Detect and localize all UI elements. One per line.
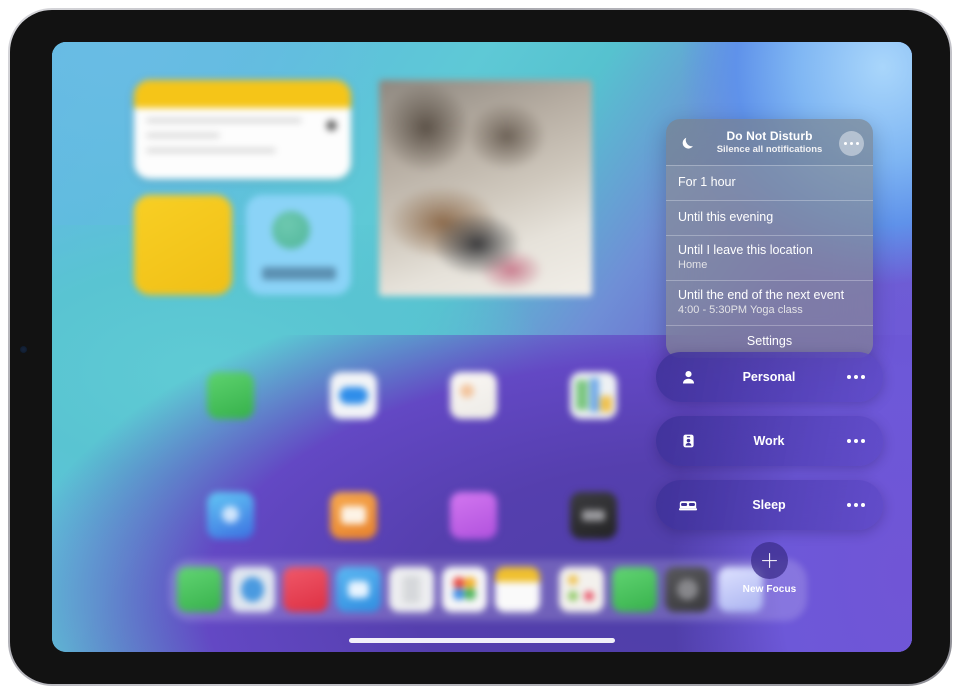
- ellipsis-icon[interactable]: [847, 375, 865, 379]
- new-focus-label: New Focus: [742, 584, 797, 595]
- focus-mode-label: Work: [753, 434, 785, 448]
- device-bezel: Do Not Disturb Silence all notifications…: [10, 10, 950, 684]
- dock-icon-8[interactable]: [559, 567, 604, 612]
- app-icon-violet[interactable]: [450, 492, 497, 539]
- dnd-option-sublabel: 4:00 - 5:30PM Yoga class: [678, 304, 803, 316]
- new-focus-group: New Focus: [656, 542, 883, 595]
- app-icon-white[interactable]: [450, 372, 497, 419]
- dnd-option-until-this-evening[interactable]: Until this evening: [666, 200, 873, 235]
- app-icon-green[interactable]: [207, 372, 254, 419]
- dock-icon-4[interactable]: [336, 567, 381, 612]
- yellow-widget[interactable]: [134, 195, 232, 295]
- ellipsis-icon[interactable]: [847, 503, 865, 507]
- dnd-option-until-end-of-next-event[interactable]: Until the end of the next event 4:00 - 5…: [666, 280, 873, 325]
- dock-icon-1[interactable]: [177, 567, 222, 612]
- do-not-disturb-panel: Do Not Disturb Silence all notifications…: [666, 119, 873, 358]
- dnd-header: Do Not Disturb Silence all notifications: [666, 119, 873, 165]
- focus-mode-label: Sleep: [752, 498, 786, 512]
- focus-mode-personal[interactable]: Personal: [656, 352, 883, 402]
- ellipsis-icon[interactable]: [839, 131, 864, 156]
- photo-widget[interactable]: [379, 80, 592, 296]
- moon-icon: [680, 135, 697, 152]
- dock-icon-6[interactable]: [442, 567, 487, 612]
- focus-mode-work[interactable]: Work: [656, 416, 883, 466]
- app-icon-orange[interactable]: [330, 492, 377, 539]
- dock-icon-5[interactable]: [389, 567, 434, 612]
- dnd-option-for-1-hour[interactable]: For 1 hour: [666, 165, 873, 200]
- app-icon-maps[interactable]: [570, 372, 617, 419]
- focus-mode-label: Personal: [742, 370, 796, 384]
- blue-widget[interactable]: [246, 195, 351, 295]
- app-icon-blue[interactable]: [330, 372, 377, 419]
- dnd-option-until-i-leave-this-location[interactable]: Until I leave this location Home: [666, 235, 873, 280]
- ellipsis-icon[interactable]: [847, 439, 865, 443]
- notes-widget[interactable]: [134, 80, 351, 179]
- home-indicator[interactable]: [349, 638, 615, 643]
- focus-mode-sleep[interactable]: Sleep: [656, 480, 883, 530]
- dnd-option-label: Until the end of the next event: [678, 288, 845, 302]
- dnd-option-label: For 1 hour: [678, 175, 736, 189]
- app-icon-dark[interactable]: [570, 492, 617, 539]
- dock-icon-2[interactable]: [230, 567, 275, 612]
- dnd-title: Do Not Disturb: [726, 129, 813, 143]
- front-camera-icon: [20, 346, 27, 353]
- dock-icon-9[interactable]: [612, 567, 657, 612]
- ipad-screen: Do Not Disturb Silence all notifications…: [52, 42, 912, 652]
- ipad-device-frame: Do Not Disturb Silence all notifications…: [8, 8, 952, 686]
- dnd-option-sublabel: Home: [678, 259, 708, 271]
- dnd-option-label: Until I leave this location: [678, 243, 813, 257]
- app-icon-lightblue[interactable]: [207, 492, 254, 539]
- dock-icon-7[interactable]: [495, 567, 540, 612]
- dnd-option-label: Until this evening: [678, 210, 774, 224]
- plus-icon[interactable]: [751, 542, 788, 579]
- dnd-subtitle: Silence all notifications: [716, 144, 823, 155]
- dock-icon-3[interactable]: [283, 567, 328, 612]
